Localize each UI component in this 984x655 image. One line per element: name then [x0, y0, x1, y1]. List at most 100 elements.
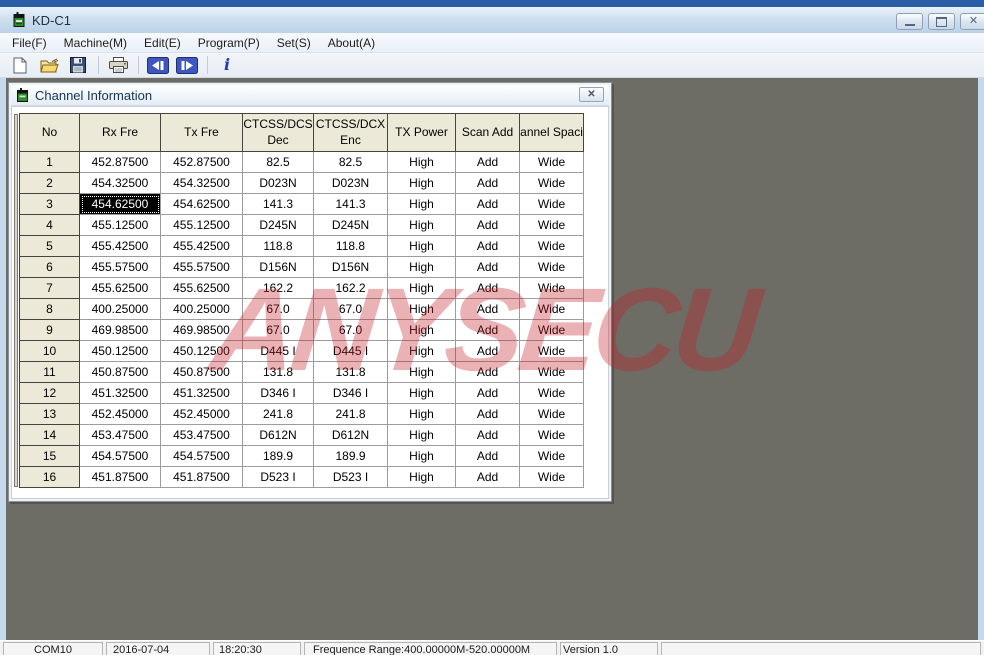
channel-cell[interactable]: 455.57500	[79, 256, 161, 278]
channel-cell[interactable]: 451.87500	[79, 466, 161, 488]
channel-cell[interactable]: 189.9	[313, 445, 388, 467]
channel-cell[interactable]: Wide	[519, 193, 584, 215]
channel-cell[interactable]: 453.47500	[160, 424, 243, 446]
channel-cell[interactable]: Add	[455, 466, 520, 488]
channel-cell[interactable]: 141.3	[313, 193, 388, 215]
channel-cell[interactable]: Wide	[519, 319, 584, 341]
channel-cell[interactable]: 67.0	[313, 319, 388, 341]
channel-cell[interactable]: D523 I	[242, 466, 314, 488]
channel-cell[interactable]: Add	[455, 445, 520, 467]
channel-cell[interactable]: High	[387, 277, 456, 299]
channel-cell[interactable]: 400.25000	[79, 298, 161, 320]
channel-cell[interactable]: Add	[455, 361, 520, 383]
channel-cell[interactable]: High	[387, 466, 456, 488]
channel-cell[interactable]: Wide	[519, 424, 584, 446]
channel-cell[interactable]: High	[387, 403, 456, 425]
channel-cell[interactable]: 131.8	[242, 361, 314, 383]
channel-cell[interactable]: High	[387, 319, 456, 341]
channel-cell[interactable]: High	[387, 172, 456, 194]
new-file-button[interactable]	[8, 55, 32, 76]
channel-cell[interactable]: 455.12500	[79, 214, 161, 236]
save-file-button[interactable]	[66, 55, 90, 76]
channel-cell[interactable]: 469.98500	[79, 319, 161, 341]
channel-cell[interactable]: 454.57500	[160, 445, 243, 467]
channel-cell[interactable]: Wide	[519, 235, 584, 257]
channel-cell[interactable]: 451.32500	[160, 382, 243, 404]
channel-cell[interactable]: Wide	[519, 445, 584, 467]
channel-cell[interactable]: 452.87500	[160, 151, 243, 173]
channel-cell[interactable]: Wide	[519, 466, 584, 488]
minimize-button[interactable]	[896, 13, 923, 30]
channel-cell[interactable]: 450.12500	[160, 340, 243, 362]
channel-cell[interactable]: High	[387, 445, 456, 467]
channel-cell[interactable]: D156N	[313, 256, 388, 278]
channel-cell[interactable]: 455.62500	[160, 277, 243, 299]
channel-cell[interactable]: High	[387, 382, 456, 404]
channel-cell[interactable]: Wide	[519, 361, 584, 383]
channel-cell[interactable]: 118.8	[313, 235, 388, 257]
channel-cell[interactable]: D346 I	[242, 382, 314, 404]
channel-cell[interactable]: D445 I	[313, 340, 388, 362]
row-number-cell[interactable]: 11	[19, 361, 80, 383]
row-number-cell[interactable]: 7	[19, 277, 80, 299]
channel-cell[interactable]: Add	[455, 424, 520, 446]
menu-item-about[interactable]: About(A)	[328, 36, 375, 50]
channel-cell[interactable]: Wide	[519, 151, 584, 173]
channel-cell[interactable]: 455.42500	[160, 235, 243, 257]
channel-cell[interactable]: High	[387, 214, 456, 236]
channel-cell[interactable]: Add	[455, 256, 520, 278]
channel-cell[interactable]: D612N	[313, 424, 388, 446]
channel-cell[interactable]: Wide	[519, 277, 584, 299]
channel-cell[interactable]: 451.32500	[79, 382, 161, 404]
channel-cell[interactable]: 241.8	[242, 403, 314, 425]
channel-cell[interactable]: Wide	[519, 172, 584, 194]
channel-cell[interactable]: 400.25000	[160, 298, 243, 320]
channel-cell[interactable]: Add	[455, 319, 520, 341]
channel-cell[interactable]: 118.8	[242, 235, 314, 257]
channel-cell[interactable]: Wide	[519, 298, 584, 320]
channel-window-close-button[interactable]: ✕	[579, 87, 604, 102]
channel-cell[interactable]: Add	[455, 172, 520, 194]
row-number-cell[interactable]: 14	[19, 424, 80, 446]
channel-cell[interactable]: Add	[455, 277, 520, 299]
channel-cell[interactable]: D346 I	[313, 382, 388, 404]
channel-cell[interactable]: 469.98500	[160, 319, 243, 341]
close-button[interactable]: ✕	[960, 13, 984, 30]
channel-cell[interactable]: Wide	[519, 214, 584, 236]
channel-cell[interactable]: 453.47500	[79, 424, 161, 446]
row-number-cell[interactable]: 5	[19, 235, 80, 257]
channel-cell[interactable]: Add	[455, 340, 520, 362]
channel-cell[interactable]: D245N	[313, 214, 388, 236]
channel-cell[interactable]: D612N	[242, 424, 314, 446]
channel-cell[interactable]: D156N	[242, 256, 314, 278]
channel-cell[interactable]: 454.62500	[160, 193, 243, 215]
channel-cell[interactable]: Wide	[519, 403, 584, 425]
channel-cell[interactable]: D523 I	[313, 466, 388, 488]
channel-cell[interactable]: Add	[455, 403, 520, 425]
menu-item-machine[interactable]: Machine(M)	[64, 36, 127, 50]
channel-cell[interactable]: High	[387, 193, 456, 215]
open-file-button[interactable]	[37, 55, 61, 76]
channel-cell[interactable]: 455.57500	[160, 256, 243, 278]
channel-cell[interactable]: High	[387, 151, 456, 173]
channel-cell[interactable]: 454.57500	[79, 445, 161, 467]
maximize-button[interactable]	[928, 13, 955, 30]
row-number-cell[interactable]: 15	[19, 445, 80, 467]
channel-cell[interactable]: High	[387, 235, 456, 257]
channel-cell[interactable]: D023N	[242, 172, 314, 194]
print-button[interactable]	[106, 55, 130, 76]
row-number-cell[interactable]: 1	[19, 151, 80, 173]
about-info-button[interactable]: i	[215, 55, 239, 76]
row-number-cell[interactable]: 8	[19, 298, 80, 320]
channel-cell[interactable]: 452.87500	[79, 151, 161, 173]
row-number-cell[interactable]: 16	[19, 466, 80, 488]
menu-item-edit[interactable]: Edit(E)	[144, 36, 181, 50]
channel-cell[interactable]: Add	[455, 214, 520, 236]
channel-cell[interactable]: 162.2	[242, 277, 314, 299]
channel-cell[interactable]: High	[387, 361, 456, 383]
channel-cell[interactable]: 162.2	[313, 277, 388, 299]
channel-cell[interactable]: High	[387, 424, 456, 446]
row-number-cell[interactable]: 12	[19, 382, 80, 404]
row-number-cell[interactable]: 2	[19, 172, 80, 194]
row-number-cell[interactable]: 10	[19, 340, 80, 362]
